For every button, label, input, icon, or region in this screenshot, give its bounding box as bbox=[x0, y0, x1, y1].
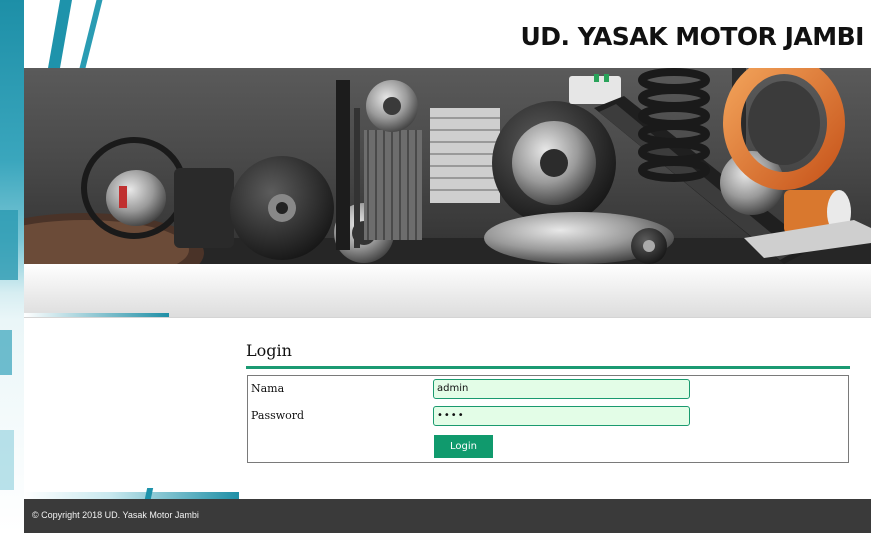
left-decorative-strip bbox=[0, 0, 24, 533]
header: UD. YASAK MOTOR JAMBI bbox=[24, 0, 871, 68]
site-title: UD. YASAK MOTOR JAMBI bbox=[520, 22, 864, 51]
login-title-divider bbox=[246, 366, 850, 369]
banner-bottom-band bbox=[24, 264, 871, 318]
password-input[interactable]: •••• bbox=[433, 406, 690, 426]
header-decoration bbox=[79, 0, 103, 68]
login-title: Login bbox=[246, 341, 292, 360]
decorative-line bbox=[24, 492, 239, 499]
banner-image bbox=[24, 68, 871, 264]
nama-label: Nama bbox=[251, 382, 285, 395]
footer: © Copyright 2018 UD. Yasak Motor Jambi bbox=[24, 499, 871, 533]
page: UD. YASAK MOTOR JAMBI Login Nama admin P… bbox=[0, 0, 871, 533]
auto-parts-banner-icon bbox=[24, 68, 871, 264]
login-form: Nama admin Password •••• Login bbox=[247, 375, 849, 463]
password-label: Password bbox=[251, 409, 305, 422]
header-decoration bbox=[48, 0, 72, 68]
login-button[interactable]: Login bbox=[434, 435, 493, 458]
decorative-line bbox=[24, 313, 169, 317]
copyright-text: © Copyright 2018 UD. Yasak Motor Jambi bbox=[32, 510, 199, 520]
nama-input[interactable]: admin bbox=[433, 379, 690, 399]
